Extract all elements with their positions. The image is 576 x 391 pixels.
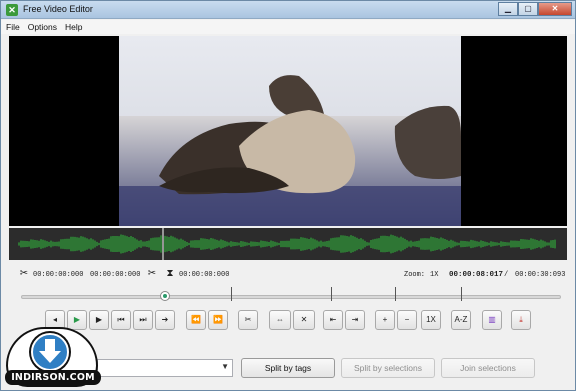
selection-start-time: 00:00:00:000 xyxy=(33,271,84,279)
go-selection-start-button[interactable]: ⇤ xyxy=(323,310,343,330)
save-button[interactable]: ⤓ xyxy=(511,310,531,330)
audio-waveform[interactable] xyxy=(9,228,567,260)
sort-button[interactable]: A-Z xyxy=(451,310,471,330)
split-marker[interactable] xyxy=(231,287,232,301)
split-by-tags-button[interactable]: Split by tags xyxy=(241,358,335,378)
zoom-value: 1X xyxy=(430,271,439,279)
watermark-logo: INDIRSON.COM xyxy=(1,327,105,391)
title-bar: ✕ Free Video Editor ▁ ▢ ✕ xyxy=(1,1,575,19)
split-marker[interactable] xyxy=(395,287,396,301)
slider-thumb[interactable] xyxy=(160,291,170,301)
forward-button[interactable]: ➔ xyxy=(155,310,175,330)
markers-button[interactable]: ▥ xyxy=(482,310,502,330)
output-format-select[interactable]: ▼ xyxy=(97,359,233,377)
slider-track xyxy=(21,295,561,299)
next-frame-button[interactable]: ⏭ xyxy=(133,310,153,330)
timeline-slider[interactable] xyxy=(21,287,561,304)
selection-end-time: 00:00:00:000 xyxy=(90,271,141,279)
close-button[interactable]: ✕ xyxy=(538,2,572,16)
go-end-button[interactable]: ⏩ xyxy=(208,310,228,330)
window-controls: ▁ ▢ ✕ xyxy=(498,2,572,16)
current-time: 00:00:08:017 xyxy=(449,271,504,279)
prev-frame-button[interactable]: ⏮ xyxy=(111,310,131,330)
minimize-button[interactable]: ▁ xyxy=(498,2,518,16)
split-marker[interactable] xyxy=(461,287,462,301)
video-preview[interactable] xyxy=(9,36,567,226)
watermark-text: INDIRSON.COM xyxy=(5,370,101,385)
cut-marker-icon[interactable]: ⧗ xyxy=(165,268,175,280)
split-button[interactable]: ⇔ xyxy=(269,310,291,330)
maximize-button[interactable]: ▢ xyxy=(518,2,538,16)
app-icon: ✕ xyxy=(6,4,18,16)
time-info-bar: ✂ 00:00:00:000 00:00:00:000 ✂ ⧗ 00:00:00… xyxy=(9,264,567,284)
video-frame-image xyxy=(119,36,461,226)
menu-options[interactable]: Options xyxy=(28,22,57,32)
total-time: 00:00:30:093 xyxy=(515,271,566,279)
waveform-graphic xyxy=(18,228,556,260)
split-marker[interactable] xyxy=(331,287,332,301)
zoom-reset-button[interactable]: 1X xyxy=(421,310,441,330)
delete-segment-button[interactable]: ✕ xyxy=(293,310,315,330)
go-start-button[interactable]: ⏪ xyxy=(186,310,206,330)
window-title: Free Video Editor xyxy=(23,4,93,14)
app-window: ✕ Free Video Editor ▁ ▢ ✕ File Options H… xyxy=(0,0,576,391)
zoom-in-button[interactable]: + xyxy=(375,310,395,330)
chevron-down-icon: ▼ xyxy=(221,362,229,371)
selection-start-icon[interactable]: ✂ xyxy=(19,268,29,280)
cut-button[interactable]: ✂ xyxy=(238,310,258,330)
menu-file[interactable]: File xyxy=(6,22,20,32)
menu-help[interactable]: Help xyxy=(65,22,82,32)
zoom-label: Zoom: xyxy=(404,271,426,279)
split-by-selections-button[interactable]: Split by selections xyxy=(341,358,435,378)
cut-time: 00:00:00:000 xyxy=(179,271,230,279)
zoom-out-button[interactable]: − xyxy=(397,310,417,330)
join-selections-button[interactable]: Join selections xyxy=(441,358,535,378)
download-arrow-head-icon xyxy=(39,351,61,363)
time-separator: / xyxy=(504,271,509,279)
menu-bar: File Options Help xyxy=(1,20,575,34)
selection-end-icon[interactable]: ✂ xyxy=(147,268,157,280)
video-frame xyxy=(119,36,461,226)
go-selection-end-button[interactable]: ⇥ xyxy=(345,310,365,330)
